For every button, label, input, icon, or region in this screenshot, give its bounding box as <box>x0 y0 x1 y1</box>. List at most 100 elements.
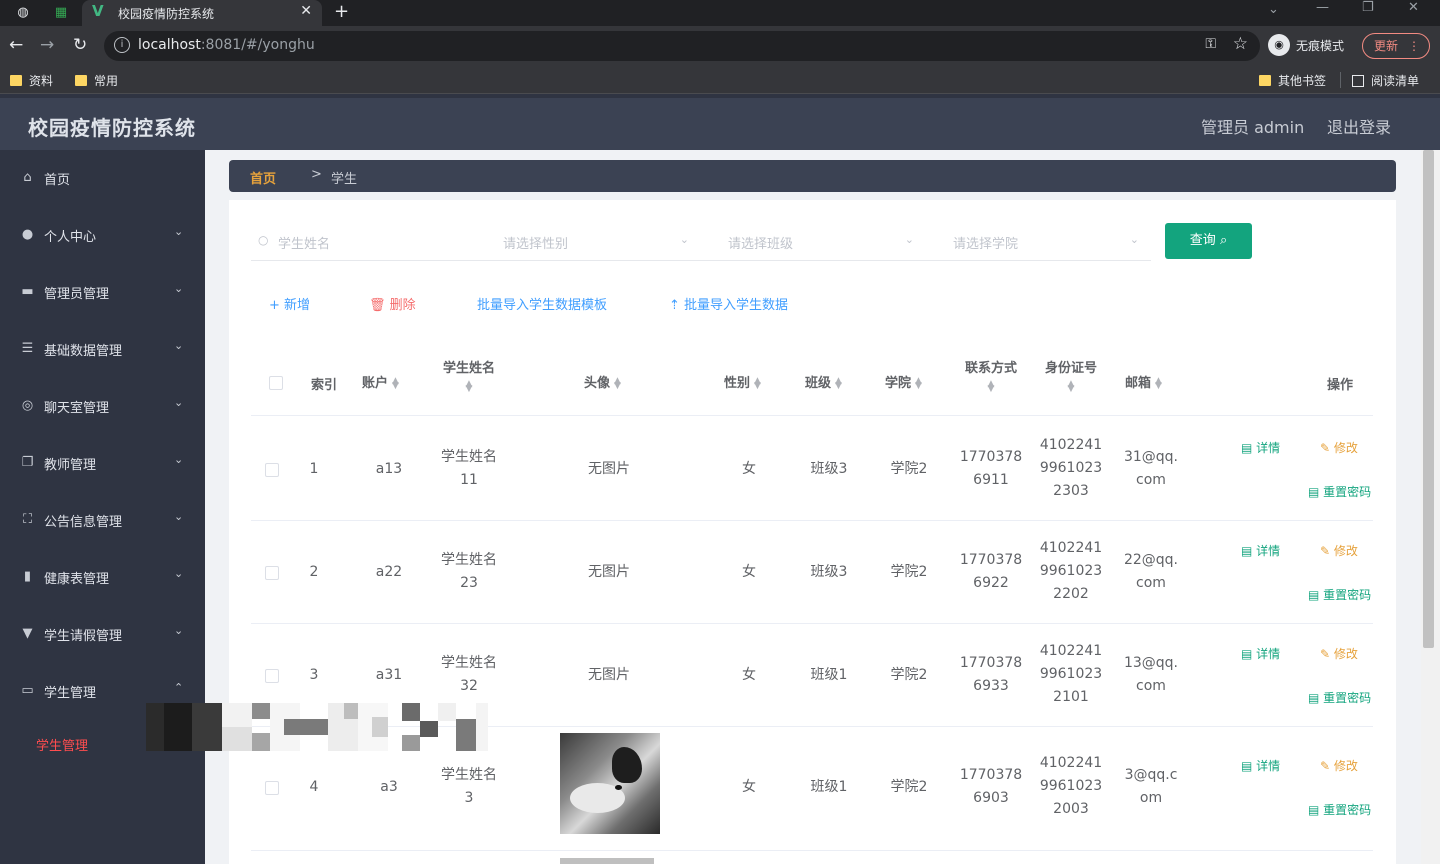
student-avatar-image <box>560 733 660 834</box>
sort-icon[interactable]: ▲ ▼ <box>961 380 1021 394</box>
main-content: 首页 > 学生 ○ 学生姓名 请选择性别 ⌄ 请选择班级 ⌄ 请选择学院 ⌄ 查… <box>205 150 1421 864</box>
detail-button[interactable]: ▤ 详情 <box>1241 645 1280 662</box>
edit-button[interactable]: ✎ 修改 <box>1320 542 1358 559</box>
minimize-icon[interactable]: — <box>1316 0 1329 15</box>
chevron-up-icon: ⌃ <box>174 681 184 694</box>
sheet-icon[interactable]: ▦ <box>52 3 70 21</box>
content-panel: ○ 学生姓名 请选择性别 ⌄ 请选择班级 ⌄ 请选择学院 ⌄ 查询 ⌕ + 新增… <box>229 200 1396 864</box>
restore-icon[interactable]: ❐ <box>1362 0 1374 15</box>
url-bar[interactable]: i localhost:8081/#/yonghu ⚿ ☆ <box>104 31 1260 61</box>
avatar-eye-shape <box>615 785 622 790</box>
tab-search-icon[interactable]: ⌄ <box>1268 2 1279 17</box>
globe-icon[interactable]: ◍ <box>14 3 32 21</box>
reset-password-button[interactable]: ▤ 重置密码 <box>1308 689 1371 706</box>
reset-password-button[interactable]: ▤ 重置密码 <box>1308 801 1371 818</box>
delete-button[interactable]: 🗑 删除 <box>369 294 416 313</box>
reading-list[interactable]: 阅读清单 <box>1352 72 1419 89</box>
row-checkbox[interactable] <box>265 463 279 477</box>
window-close-icon[interactable]: ✕ <box>1408 0 1419 15</box>
update-button[interactable]: 更新 ⋮ <box>1362 33 1430 59</box>
breadcrumb-home[interactable]: 首页 <box>250 168 276 187</box>
browser-tab-active[interactable]: V 校园疫情防控系统 ✕ <box>82 0 322 26</box>
fullscreen-icon: ⛶ <box>22 512 33 527</box>
sort-icon[interactable]: ▲ ▼ <box>1041 380 1101 394</box>
bookmark-folder[interactable]: 资料 <box>10 72 53 89</box>
detail-button[interactable]: ▤ 详情 <box>1241 439 1280 456</box>
col-header-idcard[interactable]: 身份证号 ▲ ▼ <box>1041 357 1101 394</box>
chevron-down-icon: ⌄ <box>174 453 184 466</box>
col-header-avatar[interactable]: 头像 ▲ ▼ <box>584 372 621 391</box>
back-icon[interactable]: ← <box>9 35 23 55</box>
reset-password-button[interactable]: ▤ 重置密码 <box>1308 483 1371 500</box>
breadcrumb-separator: > <box>311 167 322 182</box>
sidebar-item-chatroom[interactable]: ◎ 聊天室管理 ⌄ <box>0 386 205 426</box>
col-header-name[interactable]: 学生姓名 ▲ ▼ <box>439 357 499 394</box>
import-button[interactable]: ⇡ 批量导入学生数据 <box>669 294 788 313</box>
new-tab-button[interactable]: + <box>334 1 349 22</box>
col-header-class[interactable]: 班级 ▲ ▼ <box>805 372 842 391</box>
detail-button[interactable]: ▤ 详情 <box>1241 757 1280 774</box>
admin-label: 管理员 admin <box>1201 118 1305 137</box>
scrollbar-thumb[interactable] <box>1423 150 1434 648</box>
menu-dots-icon: ⋮ <box>1408 39 1420 53</box>
student-name-input[interactable]: ○ 学生姓名 <box>251 223 476 261</box>
upload-icon: ⇡ <box>669 298 685 313</box>
forward-icon[interactable]: → <box>40 35 54 55</box>
edit-button[interactable]: ✎ 修改 <box>1320 757 1358 774</box>
bookmark-folder[interactable]: 常用 <box>75 72 118 89</box>
sidebar-subitem-student-manage[interactable]: 学生管理 <box>36 735 88 754</box>
college-select[interactable]: 请选择学院 ⌄ <box>926 223 1151 261</box>
sort-icon[interactable]: ▲ ▼ <box>915 376 922 390</box>
incognito-indicator[interactable]: ◉ 无痕模式 <box>1268 34 1344 56</box>
key-icon[interactable]: ⚿ <box>1205 36 1216 52</box>
sidebar-item-leave[interactable]: ▼ 学生请假管理 ⌄ <box>0 614 205 654</box>
sidebar-item-basedata[interactable]: ☰ 基础数据管理 ⌄ <box>0 329 205 369</box>
add-button[interactable]: + 新增 <box>269 294 310 313</box>
gender-select[interactable]: 请选择性别 ⌄ <box>476 223 701 261</box>
sidebar-item-health[interactable]: ▮ 健康表管理 ⌄ <box>0 557 205 597</box>
col-header-phone[interactable]: 联系方式 ▲ ▼ <box>961 357 1021 394</box>
col-header-account[interactable]: 账户 ▲ ▼ <box>362 372 399 391</box>
template-download-button[interactable]: 批量导入学生数据模板 <box>477 294 607 313</box>
other-bookmarks[interactable]: 其他书签 <box>1259 72 1326 89</box>
browser-tab-bar: ◍ ▦ V 校园疫情防控系统 ✕ + ⌄ — ❐ ✕ <box>0 0 1440 26</box>
tab-title: 校园疫情防控系统 <box>118 7 215 21</box>
sidebar-item-admins[interactable]: ▬ 管理员管理 ⌄ <box>0 272 205 312</box>
select-all-checkbox[interactable] <box>269 376 283 390</box>
folder-icon <box>10 75 22 86</box>
row-checkbox[interactable] <box>265 566 279 580</box>
bookmark-star-icon[interactable]: ☆ <box>1233 34 1248 54</box>
reading-list-icon <box>1352 74 1364 87</box>
sidebar-item-home[interactable]: ⌂ 首页 <box>0 158 205 198</box>
query-button[interactable]: 查询 ⌕ <box>1165 223 1252 259</box>
breadcrumb-current: 学生 <box>331 172 358 187</box>
chevron-down-icon: ⌄ <box>679 233 689 246</box>
reload-icon[interactable]: ↻ <box>73 35 87 55</box>
col-header-college[interactable]: 学院 ▲ ▼ <box>885 372 922 391</box>
sort-icon[interactable]: ▲ ▼ <box>392 376 399 390</box>
row-checkbox[interactable] <box>265 669 279 683</box>
page-scrollbar[interactable] <box>1421 150 1440 864</box>
col-header-email[interactable]: 邮箱 ▲ ▼ <box>1125 372 1162 391</box>
sort-icon[interactable]: ▲ ▼ <box>835 376 842 390</box>
detail-button[interactable]: ▤ 详情 <box>1241 542 1280 559</box>
class-select[interactable]: 请选择班级 ⌄ <box>701 223 926 261</box>
tab-close-icon[interactable]: ✕ <box>300 3 312 19</box>
col-header-gender[interactable]: 性别 ▲ ▼ <box>724 372 761 391</box>
row-checkbox[interactable] <box>265 781 279 795</box>
edit-button[interactable]: ✎ 修改 <box>1320 645 1358 662</box>
url-text[interactable]: localhost:8081/#/yonghu <box>138 37 315 53</box>
reset-password-button[interactable]: ▤ 重置密码 <box>1308 586 1371 603</box>
pin-icon: ▼ <box>22 626 33 641</box>
edit-button[interactable]: ✎ 修改 <box>1320 439 1358 456</box>
logout-button[interactable]: 退出登录 <box>1327 114 1391 138</box>
sidebar-item-teachers[interactable]: ❐ 教师管理 ⌄ <box>0 443 205 483</box>
sort-icon[interactable]: ▲ ▼ <box>754 376 761 390</box>
sort-icon[interactable]: ▲ ▼ <box>614 376 621 390</box>
sort-icon[interactable]: ▲ ▼ <box>1155 376 1162 390</box>
avatar-ear-shape <box>612 747 642 783</box>
site-info-icon[interactable]: i <box>114 37 130 53</box>
sidebar-item-notices[interactable]: ⛶ 公告信息管理 ⌄ <box>0 500 205 540</box>
sidebar-item-profile[interactable]: ● 个人中心 ⌄ <box>0 215 205 255</box>
sort-icon[interactable]: ▲ ▼ <box>439 380 499 394</box>
